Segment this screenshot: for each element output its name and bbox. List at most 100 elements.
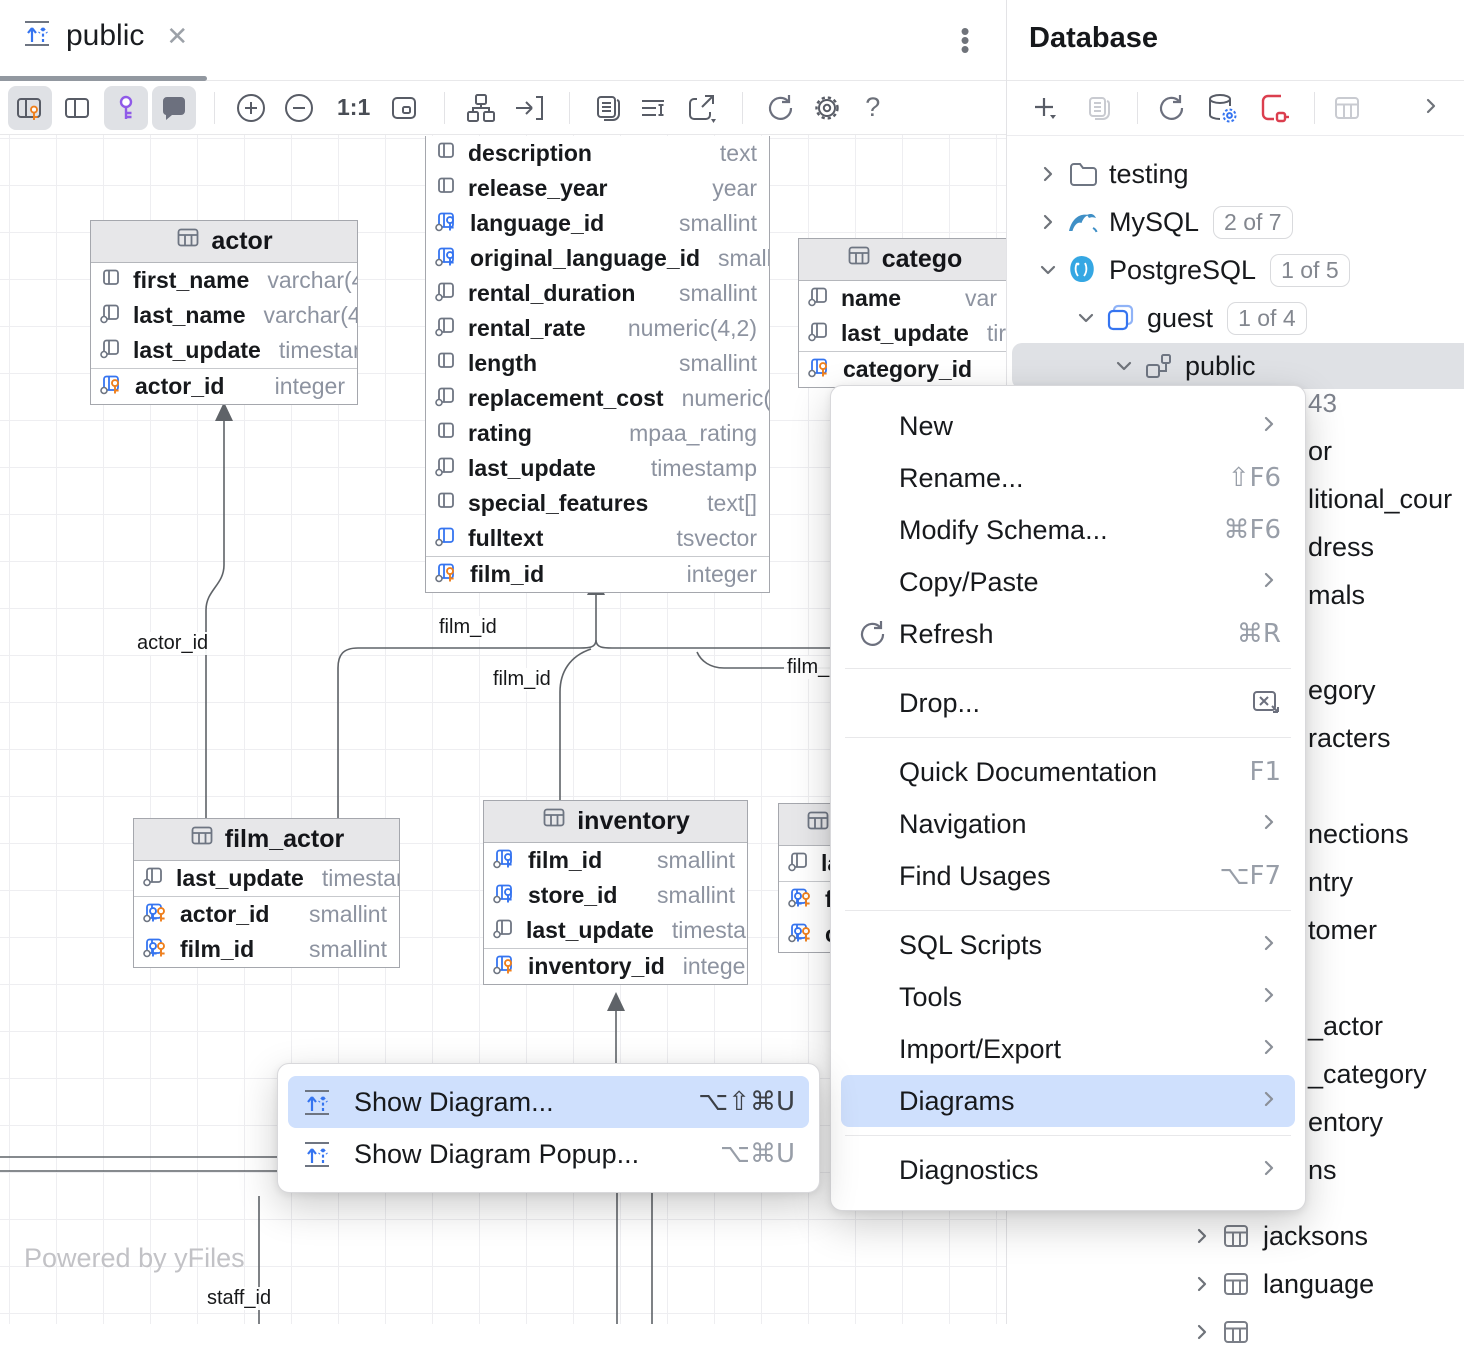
menu-item-sql-scripts[interactable]: SQL Scripts xyxy=(841,919,1295,971)
table-column-row[interactable]: special_featurestext[] xyxy=(426,486,769,521)
table-column-row[interactable]: last_updatetir xyxy=(799,316,1006,351)
tree-item-guest[interactable]: guest1 of 4 xyxy=(1007,294,1464,342)
actual-size-button[interactable]: 1:1 xyxy=(337,94,370,121)
toggle-keys-button[interactable] xyxy=(104,86,148,130)
table-header[interactable]: actor xyxy=(91,221,357,263)
add-datasource-button[interactable] xyxy=(1023,86,1067,130)
table-column-row[interactable]: film_idinteger xyxy=(426,557,769,592)
menu-item-modify-schema[interactable]: Modify Schema...⌘F6 xyxy=(841,504,1295,556)
toggle-columns-button[interactable] xyxy=(56,86,100,130)
editor-options-kebab-icon[interactable]: ••• xyxy=(958,26,972,53)
diagram-table-actor[interactable]: actorfirst_namevarchar(45)last_namevarch… xyxy=(90,220,358,405)
menu-item-diagnostics[interactable]: Diagnostics xyxy=(841,1144,1295,1196)
zoom-out-button[interactable] xyxy=(277,86,321,130)
chevron-down-icon[interactable] xyxy=(1031,259,1065,281)
duplicate-button[interactable] xyxy=(1075,86,1119,130)
menu-item-copy-paste[interactable]: Copy/Paste xyxy=(841,556,1295,608)
menu-item-tools[interactable]: Tools xyxy=(841,971,1295,1023)
table-header[interactable]: film_actor xyxy=(134,819,399,861)
diagram-table-film_actor[interactable]: film_actorlast_updatetimestampactor_idsm… xyxy=(133,818,400,968)
table-column-row[interactable]: last_updatetimestamp xyxy=(484,913,747,948)
export-diagram-button[interactable] xyxy=(680,86,724,130)
menu-item-label: Show Diagram... xyxy=(354,1087,554,1118)
table-column-row[interactable]: actor_idsmallint xyxy=(134,897,399,932)
panel-more-chevron-icon[interactable] xyxy=(1420,95,1442,122)
toggle-comments-button[interactable] xyxy=(152,86,196,130)
refresh-button[interactable] xyxy=(1148,86,1192,130)
apply-layout-button[interactable] xyxy=(459,86,503,130)
tree-item-jacksons[interactable]: jacksons xyxy=(1007,1212,1464,1260)
tree-item-public[interactable]: public xyxy=(1007,342,1464,390)
table-column-row[interactable]: rental_ratenumeric(4,2) xyxy=(426,311,769,346)
menu-item-show-diagram-popup[interactable]: Show Diagram Popup...⌥⌘U xyxy=(288,1128,809,1180)
chevron-right-icon[interactable] xyxy=(1185,1321,1219,1343)
table-column-row[interactable]: ratingmpaa_rating xyxy=(426,416,769,451)
menu-item-import-export[interactable]: Import/Export xyxy=(841,1023,1295,1075)
toggle-primary-keys-button[interactable] xyxy=(8,86,52,130)
table-column-row[interactable]: actor_idinteger xyxy=(91,369,357,404)
table-column-row[interactable]: fulltexttsvector xyxy=(426,521,769,556)
table-column-row[interactable]: last_updatetimestamp xyxy=(134,861,399,896)
diagram-table-partial-1[interactable]: descriptiontextrelease_yearyearlanguage_… xyxy=(425,136,770,593)
table-column-row[interactable]: release_yearyear xyxy=(426,171,769,206)
chevron-down-icon[interactable] xyxy=(1069,307,1103,329)
tree-item-postgresql[interactable]: PostgreSQL1 of 5 xyxy=(1007,246,1464,294)
menu-item-diagrams[interactable]: Diagrams xyxy=(841,1075,1295,1127)
table-column-row[interactable]: last_updatetimestamp xyxy=(91,333,357,368)
table-header[interactable]: catego xyxy=(799,239,1006,281)
table-column-row[interactable]: film_idsmallint xyxy=(134,932,399,967)
chevron-right-icon[interactable] xyxy=(1031,211,1065,233)
menu-item-label: Find Usages xyxy=(899,861,1051,892)
menu-item-rename[interactable]: Rename...⇧F6 xyxy=(841,452,1295,504)
table-column-row[interactable]: film_idsmallint xyxy=(484,843,747,878)
diagram-table-inventory[interactable]: inventoryfilm_idsmallintstore_idsmallint… xyxy=(483,800,748,985)
show-ddl-button[interactable] xyxy=(632,86,676,130)
table-column-row[interactable]: last_updatetimestamp xyxy=(426,451,769,486)
table-column-row[interactable]: language_idsmallint xyxy=(426,206,769,241)
table-column-row[interactable]: last_namevarchar(45) xyxy=(91,298,357,333)
tab-public[interactable]: public ✕ xyxy=(22,18,188,54)
disconnect-button[interactable] xyxy=(1252,86,1296,130)
chevron-right-icon[interactable] xyxy=(1185,1273,1219,1295)
table-column-row[interactable]: replacement_costnumeric(5,2) xyxy=(426,381,769,416)
table-column-row[interactable]: descriptiontext xyxy=(426,136,769,171)
menu-item-drop[interactable]: Drop... xyxy=(841,677,1295,729)
tree-item-language[interactable]: language xyxy=(1007,1260,1464,1308)
menu-item-find-usages[interactable]: Find Usages⌥F7 xyxy=(841,850,1295,902)
table-column-row[interactable]: lengthsmallint xyxy=(426,346,769,381)
table-column-row[interactable]: namevar xyxy=(799,281,1006,316)
menu-item-new[interactable]: New xyxy=(841,400,1295,452)
menu-item-label: Refresh xyxy=(899,619,994,650)
menu-item-navigation[interactable]: Navigation xyxy=(841,798,1295,850)
col-idx-column-icon xyxy=(788,850,812,877)
table-column-row[interactable]: store_idsmallint xyxy=(484,878,747,913)
chevron-right-icon[interactable] xyxy=(1185,1225,1219,1247)
table-column-row[interactable]: category_id xyxy=(799,352,1006,387)
table-column-row[interactable]: original_language_idsmallint xyxy=(426,241,769,276)
refresh-diagram-button[interactable] xyxy=(757,86,801,130)
tree-item-partial[interactable] xyxy=(1007,1308,1464,1356)
chevron-down-icon[interactable] xyxy=(1107,355,1141,377)
column-type: numeric(4,2) xyxy=(610,315,757,342)
help-button[interactable]: ? xyxy=(865,92,880,123)
table-column-row[interactable]: rental_durationsmallint xyxy=(426,276,769,311)
fit-content-button[interactable] xyxy=(382,86,426,130)
jump-to-editor-button[interactable] xyxy=(1325,86,1369,130)
tree-item-mysql[interactable]: MySQL2 of 7 xyxy=(1007,198,1464,246)
zoom-in-button[interactable] xyxy=(229,86,273,130)
table-title: catego xyxy=(882,245,963,274)
table-column-row[interactable]: inventory_idinteger xyxy=(484,949,747,984)
menu-item-show-diagram[interactable]: Show Diagram...⌥⇧⌘U xyxy=(288,1076,809,1128)
table-header[interactable]: inventory xyxy=(484,801,747,843)
menu-item-refresh[interactable]: Refresh⌘R xyxy=(841,608,1295,660)
scroll-to-node-button[interactable] xyxy=(507,86,551,130)
copy-diagram-button[interactable] xyxy=(584,86,628,130)
diagram-table-catego[interactable]: catego namevarlast_updatetircategory_id xyxy=(798,238,1006,388)
tree-item-testing[interactable]: testing xyxy=(1007,150,1464,198)
diagram-settings-button[interactable] xyxy=(805,86,849,130)
chevron-right-icon[interactable] xyxy=(1031,163,1065,185)
datasource-properties-button[interactable] xyxy=(1200,86,1244,130)
menu-item-quick-documentation[interactable]: Quick DocumentationF1 xyxy=(841,746,1295,798)
table-column-row[interactable]: first_namevarchar(45) xyxy=(91,263,357,298)
tab-close-icon[interactable]: ✕ xyxy=(166,21,188,52)
